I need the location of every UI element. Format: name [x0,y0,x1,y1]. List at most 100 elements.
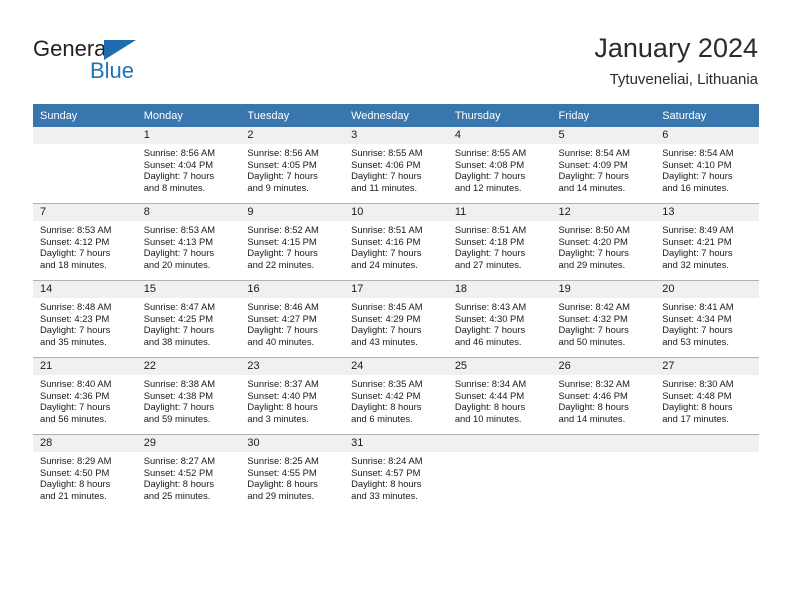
calendar-day-cell[interactable]: 23 Sunrise: 8:37 AM Sunset: 4:40 PM Dayligh… [240,357,345,435]
day-number: 15 [136,281,241,298]
day-cell-inner: 30 Sunrise: 8:25 AM Sunset: 4:55 PM Dayligh… [240,435,345,511]
day-number: 19 [551,281,656,298]
daylight-text-line2: and 18 minutes. [40,258,107,270]
daylight-text-line1: Daylight: 8 hours [558,401,629,413]
calendar-day-cell[interactable]: 11 Sunrise: 8:51 AM Sunset: 4:18 PM Dayligh… [447,203,552,281]
daylight-text-line1: Daylight: 7 hours [40,401,111,413]
day-number: 1 [136,127,241,144]
daylight-text-line2: and 24 minutes. [351,258,418,270]
calendar-day-cell[interactable]: 30 Sunrise: 8:25 AM Sunset: 4:55 PM Dayligh… [240,434,345,511]
calendar-day-cell[interactable]: 12 Sunrise: 8:50 AM Sunset: 4:20 PM Dayligh… [551,203,656,281]
calendar-day-cell[interactable]: 3 Sunrise: 8:55 AM Sunset: 4:06 PM Daylight… [344,127,448,204]
calendar-day-cell[interactable]: 25 Sunrise: 8:34 AM Sunset: 4:44 PM Dayligh… [447,357,552,435]
calendar-day-cell[interactable]: 22 Sunrise: 8:38 AM Sunset: 4:38 PM Dayligh… [136,357,241,435]
calendar-day-cell[interactable]: 28 Sunrise: 8:29 AM Sunset: 4:50 PM Dayligh… [33,434,137,511]
day-number: 27 [655,358,759,375]
calendar-day-cell[interactable]: 8 Sunrise: 8:53 AM Sunset: 4:13 PM Daylight… [136,203,241,281]
daylight-text-line2: and 27 minutes. [454,258,522,270]
daylight-text-line2: and 20 minutes. [143,258,211,270]
sunset-text: Sunset: 4:13 PM [143,235,214,247]
day-details: Sunrise: 8:53 AM Sunset: 4:13 PM Daylight:… [137,221,241,270]
calendar-day-cell[interactable]: 26 Sunrise: 8:32 AM Sunset: 4:46 PM Dayligh… [551,357,656,435]
calendar-table: Sunday Monday Tuesday Wednesday Thursday Frid… [33,104,759,511]
calendar-day-cell[interactable]: 6 Sunrise: 8:54 AM Sunset: 4:10 PM Daylight… [655,127,759,204]
calendar-day-cell[interactable]: 27 Sunrise: 8:30 AM Sunset: 4:48 PM Dayligh… [655,357,759,435]
calendar-day-cell[interactable]: 2 Sunrise: 8:56 AM Sunset: 4:05 PM Daylight… [240,127,345,204]
daylight-text-line1: Daylight: 8 hours [247,401,318,413]
daylight-text-line1: Daylight: 7 hours [558,247,629,259]
calendar-day-cell[interactable]: 16 Sunrise: 8:46 AM Sunset: 4:27 PM Dayligh… [240,280,345,358]
sunrise-text: Sunrise: 8:35 AM [351,378,423,389]
day-details: Sunrise: 8:25 AM Sunset: 4:55 PM Daylight:… [240,452,344,501]
calendar-day-cell[interactable]: 5 Sunrise: 8:54 AM Sunset: 4:09 PM Daylight… [551,127,656,204]
sunset-text: Sunset: 4:08 PM [454,158,525,170]
day-cell-inner: 4 Sunrise: 8:55 AM Sunset: 4:08 PM Daylight… [447,127,552,203]
day-cell-inner: 31 Sunrise: 8:24 AM Sunset: 4:57 PM Dayligh… [344,435,448,511]
daylight-text-line2: and 50 minutes. [558,335,626,347]
calendar-day-cell[interactable]: 10 Sunrise: 8:51 AM Sunset: 4:16 PM Dayligh… [344,203,448,281]
sunset-text: Sunset: 4:16 PM [351,235,421,247]
sunset-text: Sunset: 4:42 PM [351,389,421,401]
weekday-header-tuesday: Tuesday [240,104,345,127]
calendar-day-cell[interactable]: 1 Sunrise: 8:56 AM Sunset: 4:04 PM Daylight… [136,127,241,204]
daylight-text-line1: Daylight: 8 hours [247,478,318,490]
day-cell-inner: 21 Sunrise: 8:40 AM Sunset: 4:36 PM Dayligh… [33,358,137,434]
sunrise-text: Sunrise: 8:56 AM [247,147,319,158]
calendar-day-cell[interactable]: 14 Sunrise: 8:48 AM Sunset: 4:23 PM Dayligh… [33,280,137,358]
sunrise-text: Sunrise: 8:56 AM [143,147,216,158]
calendar-day-cell[interactable]: 9 Sunrise: 8:52 AM Sunset: 4:15 PM Daylight… [240,203,345,281]
sunset-text: Sunset: 4:21 PM [662,235,732,247]
sunrise-text: Sunrise: 8:45 AM [351,301,423,312]
calendar-day-cell[interactable]: 21 Sunrise: 8:40 AM Sunset: 4:36 PM Dayligh… [33,357,137,435]
daylight-text-line1: Daylight: 7 hours [558,324,629,336]
day-details: Sunrise: 8:54 AM Sunset: 4:09 PM Daylight:… [552,144,656,193]
day-number: 8 [136,204,241,221]
sunset-text: Sunset: 4:05 PM [247,158,317,170]
day-cell-inner: 26 Sunrise: 8:32 AM Sunset: 4:46 PM Dayligh… [551,358,656,434]
day-cell-inner: 1 Sunrise: 8:56 AM Sunset: 4:04 PM Daylight… [136,127,241,203]
day-cell-inner: 19 Sunrise: 8:42 AM Sunset: 4:32 PM Dayligh… [551,281,656,357]
day-cell-inner: 14 Sunrise: 8:48 AM Sunset: 4:23 PM Dayligh… [33,281,137,357]
triangle-flag-icon [104,40,136,60]
day-cell-inner: 25 Sunrise: 8:34 AM Sunset: 4:44 PM Dayligh… [447,358,552,434]
daylight-text-line2: and 29 minutes. [558,258,626,270]
calendar-day-cell[interactable]: 24 Sunrise: 8:35 AM Sunset: 4:42 PM Dayligh… [344,357,448,435]
calendar-day-cell[interactable]: 31 Sunrise: 8:24 AM Sunset: 4:57 PM Dayligh… [344,434,448,511]
calendar-day-cell[interactable]: 15 Sunrise: 8:47 AM Sunset: 4:25 PM Dayligh… [136,280,241,358]
calendar-day-cell[interactable]: 7 Sunrise: 8:53 AM Sunset: 4:12 PM Daylight… [33,203,137,281]
calendar-day-cell[interactable]: 17 Sunrise: 8:45 AM Sunset: 4:29 PM Dayligh… [344,280,448,358]
sunrise-text: Sunrise: 8:54 AM [662,147,734,158]
daylight-text-line2: and 8 minutes. [143,181,206,193]
calendar-page: General Blue January 2024 Tytuveneliai, … [0,0,792,612]
day-cell-inner: 22 Sunrise: 8:38 AM Sunset: 4:38 PM Dayligh… [136,358,241,434]
day-number [551,435,656,452]
daylight-text-line1: Daylight: 7 hours [454,170,526,182]
calendar-day-cell[interactable]: 29 Sunrise: 8:27 AM Sunset: 4:52 PM Dayligh… [136,434,241,511]
day-number: 31 [344,435,448,452]
daylight-text-line1: Daylight: 8 hours [143,478,215,490]
calendar-day-cell[interactable]: 4 Sunrise: 8:55 AM Sunset: 4:08 PM Daylight… [447,127,552,204]
calendar-day-cell[interactable]: 18 Sunrise: 8:43 AM Sunset: 4:30 PM Dayligh… [447,280,552,358]
sunset-text: Sunset: 4:52 PM [143,466,214,478]
brand-logo[interactable]: General Blue [33,36,213,88]
daylight-text-line1: Daylight: 7 hours [40,247,111,259]
daylight-text-line1: Daylight: 8 hours [40,478,111,490]
sunset-text: Sunset: 4:27 PM [247,312,317,324]
day-cell-inner: 15 Sunrise: 8:47 AM Sunset: 4:25 PM Dayligh… [136,281,241,357]
day-details: Sunrise: 8:54 AM Sunset: 4:10 PM Daylight:… [655,144,759,193]
daylight-text-line1: Daylight: 7 hours [247,324,318,336]
day-details: Sunrise: 8:38 AM Sunset: 4:38 PM Daylight:… [137,375,241,424]
sunrise-text: Sunrise: 8:41 AM [662,301,734,312]
calendar-day-cell[interactable]: 20 Sunrise: 8:41 AM Sunset: 4:34 PM Dayligh… [655,280,759,358]
day-cell-inner [551,435,656,511]
sunset-text: Sunset: 4:34 PM [662,312,732,324]
calendar-day-cell[interactable]: 19 Sunrise: 8:42 AM Sunset: 4:32 PM Dayligh… [551,280,656,358]
sunset-text: Sunset: 4:36 PM [40,389,110,401]
calendar-day-cell[interactable]: 13 Sunrise: 8:49 AM Sunset: 4:21 PM Dayligh… [655,203,759,281]
day-cell-inner: 13 Sunrise: 8:49 AM Sunset: 4:21 PM Dayligh… [655,204,759,280]
sunrise-text: Sunrise: 8:46 AM [247,301,319,312]
day-number: 6 [655,127,759,144]
sunrise-text: Sunrise: 8:32 AM [558,378,630,389]
daylight-text-line1: Daylight: 8 hours [662,401,733,413]
daylight-text-line1: Daylight: 7 hours [351,324,422,336]
